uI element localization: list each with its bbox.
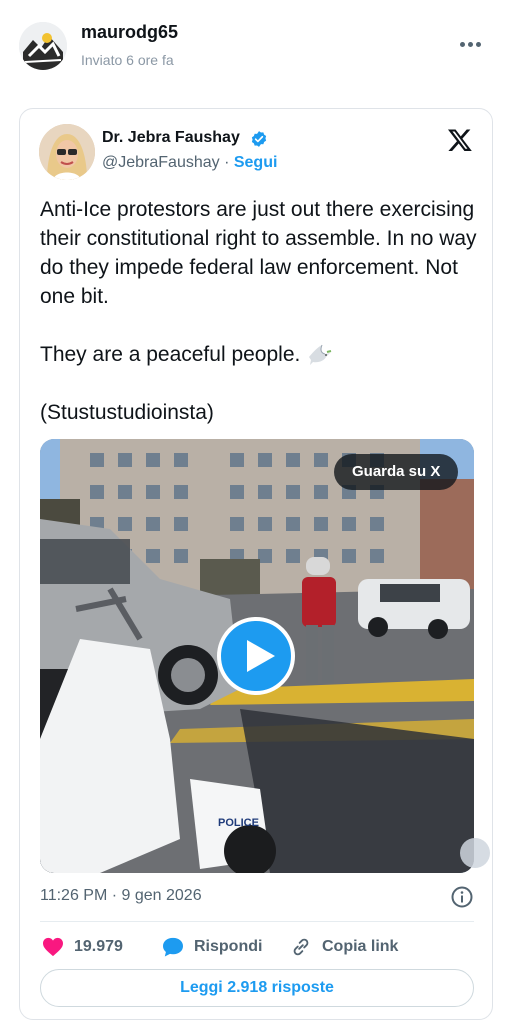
post-header: maurodg65 Inviato 6 ore fa [0, 0, 514, 100]
tweet-text-credit: (Stustustudioinsta) [40, 401, 214, 424]
tweet-text-peaceful: They are a peaceful people. [40, 343, 301, 366]
verified-badge-icon [251, 131, 267, 147]
copy-link-label: Copia link [322, 938, 399, 955]
copy-link-button[interactable]: Copia link [290, 932, 398, 962]
handle-separator: · [219, 154, 234, 171]
read-replies-button[interactable]: Leggi 2.918 risposte [40, 969, 474, 1007]
tweet-timestamp[interactable]: 11:26 PM · 9 gen 2026 [40, 887, 202, 905]
handle-text[interactable]: @JebraFaushay [102, 154, 220, 171]
tweet-text-main: Anti-Ice protestors are just out there e… [40, 198, 483, 308]
info-icon[interactable] [450, 885, 474, 909]
embedded-tweet-card[interactable]: Dr. Jebra Faushay @JebraFaushay · Segui … [19, 108, 493, 1020]
like-count: 19.979 [74, 938, 123, 955]
tweet-author-avatar[interactable] [39, 124, 95, 180]
post-username[interactable]: maurodg65 [81, 22, 178, 43]
play-icon [247, 640, 275, 672]
tweet-text: Anti-Ice protestors are just out there e… [40, 195, 480, 427]
x-logo-icon[interactable] [446, 127, 474, 153]
avatar[interactable] [19, 22, 67, 70]
link-icon [293, 938, 309, 956]
watch-on-x-button[interactable]: Guarda su X [334, 454, 459, 490]
reply-icon [163, 937, 183, 957]
scroll-handle[interactable] [460, 838, 490, 868]
police-label: POLICE [218, 817, 259, 829]
divider [40, 921, 474, 922]
like-button[interactable]: 19.979 [42, 932, 123, 962]
tweet-actions: 19.979 Rispondi Copia link [40, 932, 474, 962]
reply-button[interactable]: Rispondi [162, 932, 262, 962]
play-button[interactable] [217, 617, 295, 695]
dove-icon [309, 345, 332, 366]
follow-button[interactable]: Segui [234, 154, 278, 171]
reply-label: Rispondi [194, 938, 263, 955]
more-options-icon[interactable] [458, 34, 484, 54]
tweet-video[interactable]: POLICE Guarda su X [40, 439, 474, 873]
tweet-author-name[interactable]: Dr. Jebra Faushay [102, 129, 240, 147]
heart-icon [43, 937, 63, 957]
tweet-author-handle: @JebraFaushay · Segui [102, 154, 277, 172]
post-time: Inviato 6 ore fa [81, 52, 174, 68]
